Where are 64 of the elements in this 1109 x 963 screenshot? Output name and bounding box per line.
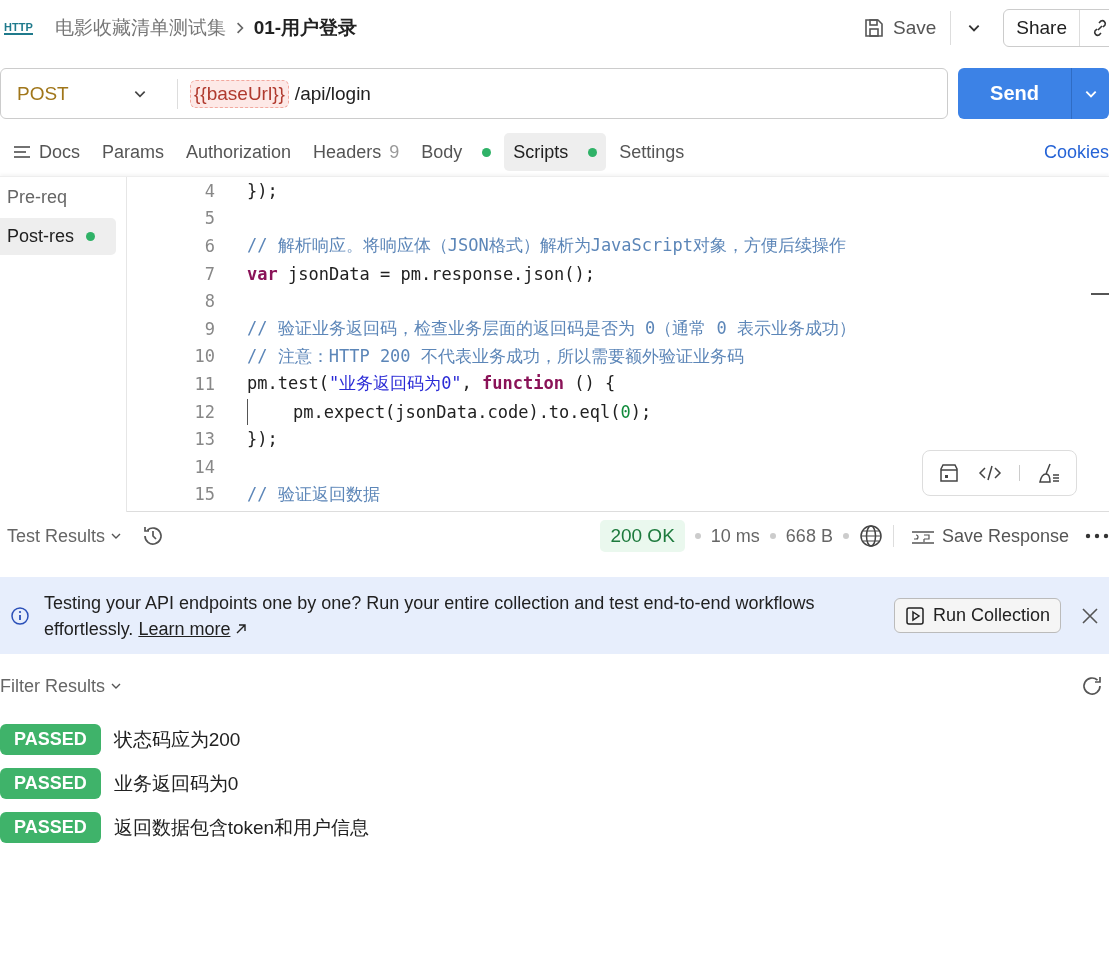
close-icon[interactable] — [1081, 606, 1099, 625]
indent-guide — [247, 398, 248, 425]
method-select[interactable]: POST — [17, 82, 127, 105]
filter-results-dropdown[interactable]: Filter Results — [0, 675, 123, 697]
test-name: 业务返回码为0 — [113, 771, 239, 796]
line-number: 14 — [193, 456, 215, 477]
banner-message: Testing your API endpoints one by one? Run your entire collection and test end-to-end workflows effortlessly. Learn more — [44, 591, 816, 641]
passed-badge: PASSED — [0, 768, 101, 799]
more-icon[interactable] — [1085, 532, 1109, 540]
line-number: 5 — [203, 208, 215, 229]
tab[interactable]: Settings — [610, 133, 694, 171]
play-icon — [904, 605, 925, 626]
tab[interactable]: Params — [93, 133, 174, 171]
info-icon — [10, 605, 30, 626]
save-button[interactable]: Save — [857, 13, 943, 43]
globe-icon[interactable] — [858, 524, 883, 548]
response-size: 668 B — [785, 525, 833, 547]
snippet-icon[interactable] — [937, 461, 961, 485]
tab[interactable]: Headers 9 — [304, 133, 409, 171]
line-number: 4 — [203, 180, 215, 201]
line-number: 8 — [203, 291, 215, 312]
url-path: /api/login — [294, 82, 371, 105]
test-name: 返回数据包含token和用户信息 — [113, 815, 370, 840]
line-number: 15 — [193, 484, 215, 505]
url-variable: {{baseUrl}} — [190, 79, 289, 108]
breadcrumb-item: 01-用户登录 — [253, 16, 358, 40]
line-number: 11 — [193, 373, 215, 394]
save-icon — [863, 17, 885, 39]
code-line: }); — [247, 180, 278, 201]
status-badge: 200 OK — [600, 520, 685, 552]
code-line: }); — [247, 429, 278, 450]
tab[interactable]: Body — [412, 133, 501, 171]
line-number: 9 — [203, 318, 215, 339]
learn-more-link[interactable]: Learn more — [138, 618, 231, 639]
script-phase-tab[interactable]: Pre-req — [0, 179, 116, 216]
test-results-dropdown[interactable]: Test Results — [7, 525, 123, 547]
passed-badge: PASSED — [0, 812, 101, 843]
code-line: // 解析响应。将响应体（JSON格式）解析为JavaScript对象，方便后续操作 — [247, 234, 846, 258]
line-number: 10 — [193, 346, 215, 367]
tab[interactable]: Scripts — [504, 133, 607, 171]
cookies-link[interactable]: Cookies — [1043, 141, 1109, 163]
code-line: // 注意：HTTP 200 不代表业务成功，所以需要额外验证业务码 — [247, 344, 744, 368]
tab[interactable]: Authorization — [177, 133, 301, 171]
broom-icon[interactable] — [1036, 461, 1062, 485]
test-name: 状态码应为200 — [113, 727, 241, 752]
response-time: 10 ms — [710, 525, 760, 547]
code-line: pm.expect(jsonData.code).to.eql(0); — [293, 401, 652, 422]
line-number: 6 — [203, 236, 215, 256]
code-line: // 验证业务返回码，检查业务层面的返回码是否为 0（通常 0 表示业务成功） — [247, 317, 856, 341]
external-link-icon — [235, 622, 248, 635]
line-number: 7 — [203, 263, 215, 284]
tab[interactable]: Docs — [4, 133, 89, 171]
code-line: pm.test("业务返回码为0", function () { — [247, 372, 616, 396]
line-number: 13 — [193, 429, 215, 450]
save-response-button[interactable]: Save Response — [903, 525, 1075, 547]
line-number: 12 — [193, 401, 215, 422]
breadcrumb-item[interactable]: 电影收藏清单测试集 — [54, 15, 226, 41]
run-collection-button[interactable]: Run Collection — [893, 598, 1061, 633]
lines-icon — [13, 145, 31, 159]
script-phase-tab[interactable]: Post-res — [0, 218, 116, 255]
url-field[interactable]: POST {{baseUrl}} /api/login — [0, 68, 948, 119]
code-line: // 验证返回数据 — [247, 482, 380, 506]
code-line: var jsonData = pm.response.json(); — [247, 263, 595, 284]
passed-badge: PASSED — [0, 724, 101, 755]
